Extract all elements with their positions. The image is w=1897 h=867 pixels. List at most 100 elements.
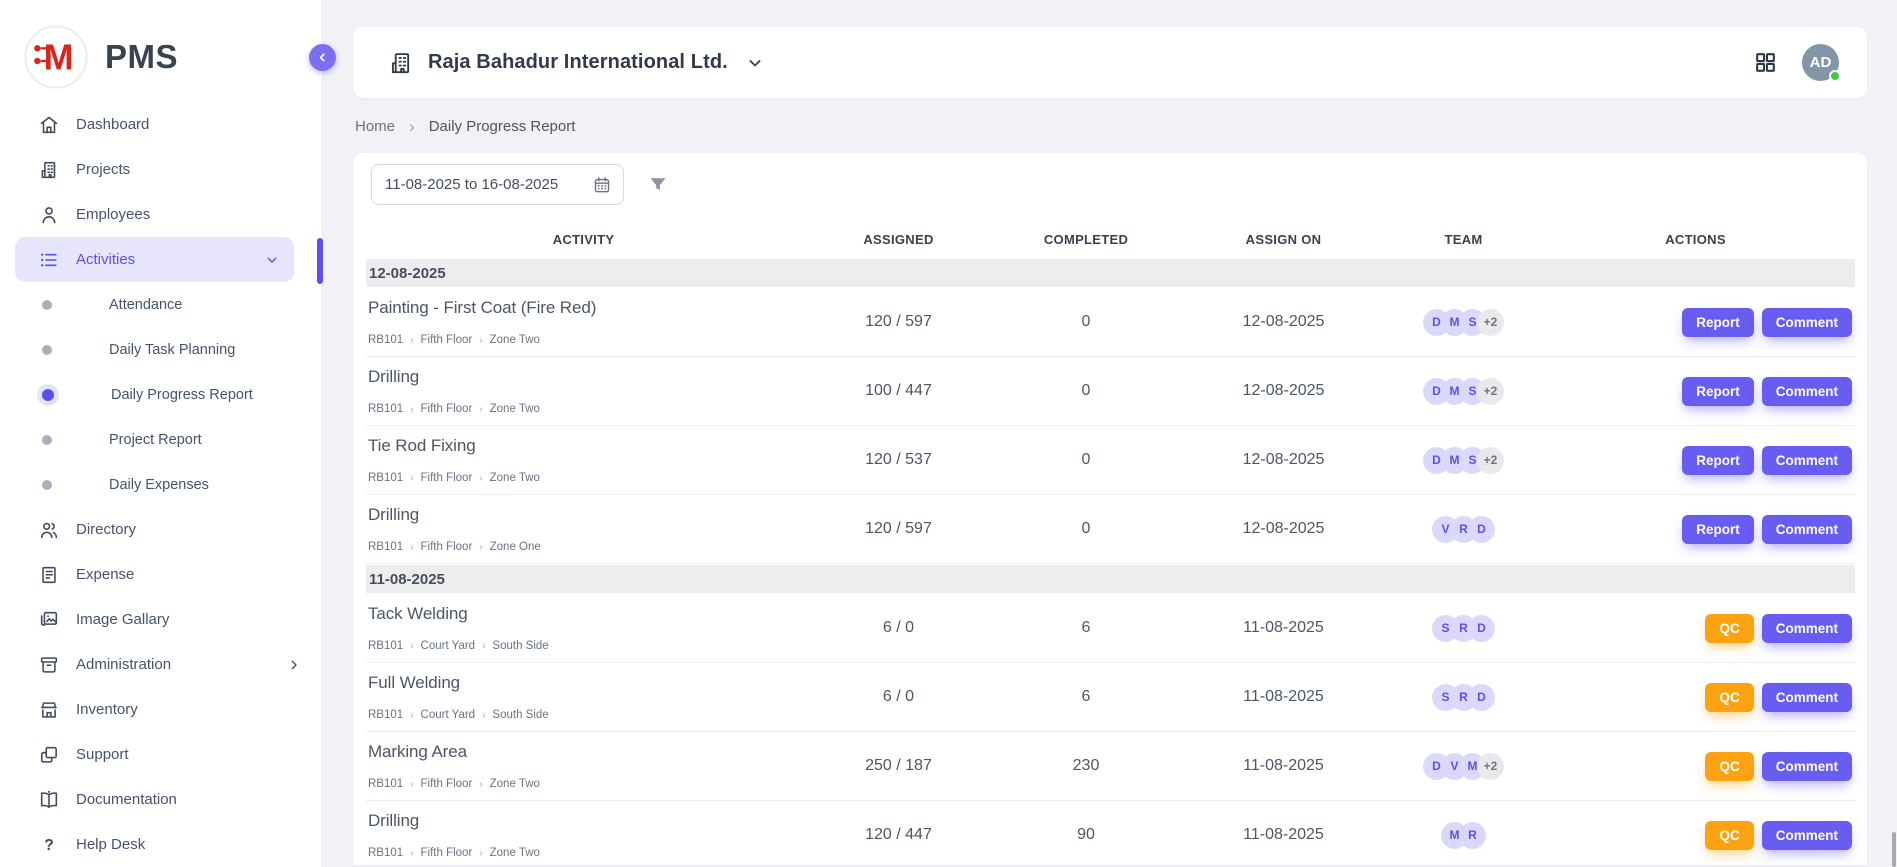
comment-button[interactable]: Comment xyxy=(1762,683,1852,712)
team-avatar[interactable]: R xyxy=(1459,822,1486,849)
date-group-header: 12-08-2025 xyxy=(366,259,1855,287)
activity-cell: Full WeldingRB101›Court Yard›South Side xyxy=(366,663,801,731)
sidebar-item-label: Activities xyxy=(76,251,248,268)
qc-button[interactable]: QC xyxy=(1705,821,1753,850)
breadcrumb-home[interactable]: Home xyxy=(355,118,395,135)
actions-cell: QC Comment xyxy=(1536,752,1855,781)
avatar-initials: AD xyxy=(1810,54,1832,71)
activity-cell: Marking AreaRB101›Fifth Floor›Zone Two xyxy=(366,732,801,800)
sidebar-item-help-desk[interactable]: ?Help Desk xyxy=(0,822,322,867)
sidebar-item-label: Projects xyxy=(76,161,302,178)
report-button[interactable]: Report xyxy=(1682,377,1754,406)
comment-button[interactable]: Comment xyxy=(1762,446,1852,475)
sidebar-item-employees[interactable]: Employees xyxy=(0,192,322,237)
sidebar-subitem-attendance[interactable]: Attendance xyxy=(0,282,322,327)
company-selector[interactable]: Raja Bahadur International Ltd. xyxy=(389,50,765,76)
activity-cell: Tie Rod FixingRB101›Fifth Floor›Zone Two xyxy=(366,426,801,494)
sidebar-subitem-daily-expenses[interactable]: Daily Expenses xyxy=(0,462,322,507)
column-header-assign-on: ASSIGN ON xyxy=(1176,232,1391,247)
path-segment: South Side xyxy=(492,709,548,721)
sidebar-subitem-daily-progress-report[interactable]: Daily Progress Report xyxy=(0,372,322,417)
completed-value: 0 xyxy=(996,451,1176,469)
sidebar-item-projects[interactable]: Projects xyxy=(0,147,322,192)
activity-path: RB101›Court Yard›South Side xyxy=(368,709,801,721)
path-segment: RB101 xyxy=(368,403,403,415)
apps-grid-icon[interactable] xyxy=(1753,50,1778,75)
sidebar-item-activities[interactable]: Activities xyxy=(15,237,294,282)
qc-button[interactable]: QC xyxy=(1705,614,1753,643)
sidebar-item-support[interactable]: Support xyxy=(0,732,322,777)
actions-cell: Report Comment xyxy=(1536,515,1855,544)
comment-button[interactable]: Comment xyxy=(1762,308,1852,337)
table-row: Tack WeldingRB101›Court Yard›South Side6… xyxy=(366,594,1855,663)
activity-title: Marking Area xyxy=(368,742,801,762)
actions-cell: Report Comment xyxy=(1536,377,1855,406)
scrollbar-thumb[interactable] xyxy=(1892,832,1896,867)
comment-button[interactable]: Comment xyxy=(1762,377,1852,406)
chevron-down-icon xyxy=(745,53,765,73)
actions-cell: QC Comment xyxy=(1536,614,1855,643)
completed-value: 6 xyxy=(996,688,1176,706)
report-button[interactable]: Report xyxy=(1682,446,1754,475)
column-header-activity: ACTIVITY xyxy=(366,232,801,247)
chevron-right-icon: › xyxy=(479,779,482,790)
sidebar-item-administration[interactable]: Administration xyxy=(0,642,322,687)
sidebar-item-directory[interactable]: Directory xyxy=(0,507,322,552)
table-body: 12-08-2025Painting - First Coat (Fire Re… xyxy=(366,259,1855,865)
activities-icon xyxy=(38,249,60,271)
sidebar-item-dashboard[interactable]: Dashboard xyxy=(0,102,322,147)
sidebar-item-documentation[interactable]: Documentation xyxy=(0,777,322,822)
gallery-icon xyxy=(38,609,60,631)
completed-value: 6 xyxy=(996,619,1176,637)
team-more-avatar[interactable]: +2 xyxy=(1477,378,1504,405)
comment-button[interactable]: Comment xyxy=(1762,752,1852,781)
active-menu-indicator xyxy=(317,238,323,284)
comment-button[interactable]: Comment xyxy=(1762,515,1852,544)
completed-value: 0 xyxy=(996,313,1176,331)
path-segment: RB101 xyxy=(368,640,403,652)
team-more-avatar[interactable]: +2 xyxy=(1477,753,1504,780)
team-more-avatar[interactable]: +2 xyxy=(1477,309,1504,336)
filter-icon[interactable] xyxy=(647,174,669,196)
report-button[interactable]: Report xyxy=(1682,515,1754,544)
path-segment: Zone One xyxy=(490,541,541,553)
sidebar-subitem-project-report[interactable]: Project Report xyxy=(0,417,322,462)
sidebar-item-expense[interactable]: Expense xyxy=(0,552,322,597)
team-more-avatar[interactable]: +2 xyxy=(1477,447,1504,474)
activity-cell: DrillingRB101›Fifth Floor›Zone Two xyxy=(366,801,801,865)
path-segment: RB101 xyxy=(368,709,403,721)
app-logo: M PMS xyxy=(0,0,322,92)
chevron-right-icon: › xyxy=(482,710,485,721)
date-range-input[interactable]: 11-08-2025 to 16-08-2025 xyxy=(371,164,624,205)
sidebar-item-label: Employees xyxy=(76,206,302,223)
sidebar-subitem-daily-task-planning[interactable]: Daily Task Planning xyxy=(0,327,322,372)
team-avatar[interactable]: D xyxy=(1468,516,1495,543)
team-avatar[interactable]: D xyxy=(1468,615,1495,642)
report-button[interactable]: Report xyxy=(1682,308,1754,337)
path-segment: RB101 xyxy=(368,847,403,859)
sidebar-collapse-button[interactable] xyxy=(309,44,336,71)
actions-cell: Report Comment xyxy=(1536,446,1855,475)
team-avatar[interactable]: D xyxy=(1468,684,1495,711)
comment-button[interactable]: Comment xyxy=(1762,821,1852,850)
assign-on-value: 12-08-2025 xyxy=(1176,382,1391,400)
sidebar-subitem-label: Daily Expenses xyxy=(109,477,209,493)
sidebar-subitem-label: Project Report xyxy=(109,432,202,448)
assigned-value: 120 / 447 xyxy=(801,826,996,844)
chevron-right-icon: › xyxy=(410,473,413,484)
sidebar-item-image-gallary[interactable]: Image Gallary xyxy=(0,597,322,642)
assigned-value: 120 / 537 xyxy=(801,451,996,469)
path-segment: Zone Two xyxy=(490,778,540,790)
activity-title: Drilling xyxy=(368,505,801,525)
assigned-value: 250 / 187 xyxy=(801,757,996,775)
user-avatar[interactable]: AD xyxy=(1802,44,1839,81)
comment-button[interactable]: Comment xyxy=(1762,614,1852,643)
qc-button[interactable]: QC xyxy=(1705,683,1753,712)
team-cell: DMS+2 xyxy=(1391,378,1536,405)
table-row: Tie Rod FixingRB101›Fifth Floor›Zone Two… xyxy=(366,426,1855,495)
app-name: PMS xyxy=(105,38,178,76)
qc-button[interactable]: QC xyxy=(1705,752,1753,781)
sidebar-item-inventory[interactable]: Inventory xyxy=(0,687,322,732)
sidebar-item-label: Image Gallary xyxy=(76,611,302,628)
activity-path: RB101›Fifth Floor›Zone Two xyxy=(368,472,801,484)
